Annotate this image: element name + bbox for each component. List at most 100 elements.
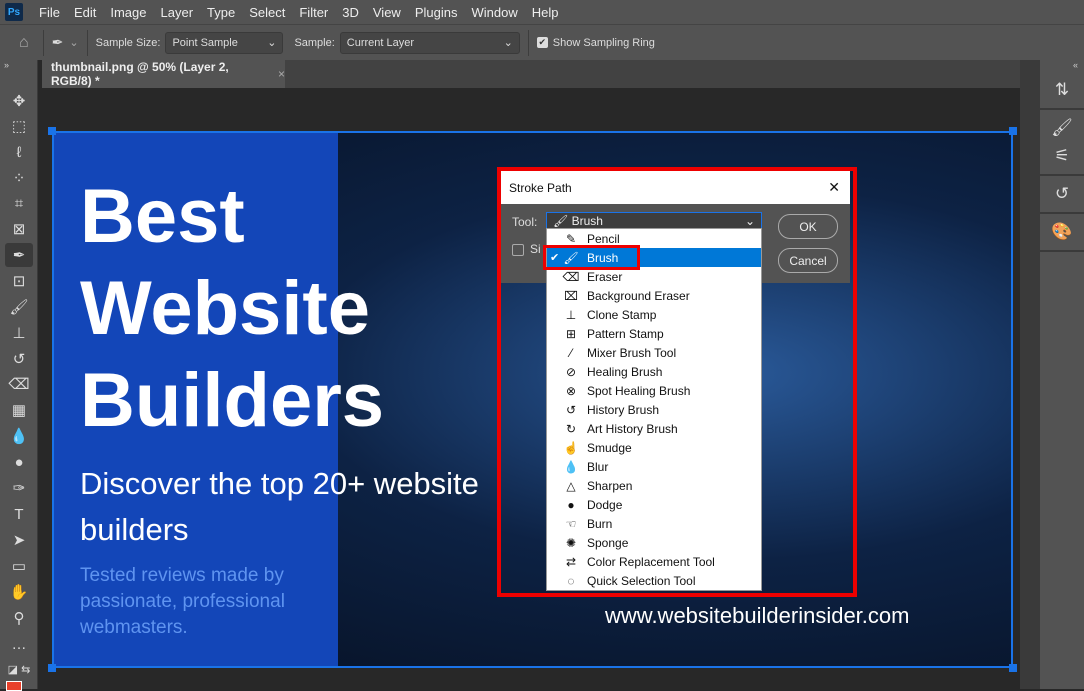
chevron-down-icon[interactable]: ⌄ (69, 36, 78, 49)
menu-select[interactable]: Select (242, 5, 292, 20)
dropdown-option-label: Background Eraser (587, 288, 690, 303)
healing-brush-icon: ⊘ (565, 364, 577, 379)
menu-file[interactable]: File (32, 5, 67, 20)
hand-tool-icon[interactable]: ✋ (5, 580, 33, 604)
menu-window[interactable]: Window (464, 5, 524, 20)
brush-tool-icon[interactable]: 🖌 (5, 295, 33, 319)
stamp-tool-icon[interactable]: ⊥ (5, 321, 33, 345)
crop-tool-icon[interactable]: ⌗ (5, 191, 33, 215)
quick-selection-tool-icon[interactable]: ⁘ (5, 166, 33, 190)
dropdown-option-spot-healing-brush[interactable]: ⊗ Spot Healing Brush (547, 381, 761, 400)
dropdown-option-mixer-brush-tool[interactable]: ⁄ Mixer Brush Tool (547, 343, 761, 362)
history-panel-icon[interactable]: ⇅ (1055, 80, 1069, 100)
pen-tool-icon[interactable]: ✑ (5, 476, 33, 500)
menu-filter[interactable]: Filter (292, 5, 335, 20)
marquee-tool-icon[interactable]: ⬚ (5, 114, 33, 138)
menu-image[interactable]: Image (103, 5, 153, 20)
dropdown-option-label: History Brush (587, 402, 660, 417)
menu-view[interactable]: View (366, 5, 408, 20)
dropdown-option-dodge[interactable]: ● Dodge (547, 495, 761, 514)
blur-tool-icon[interactable]: 💧 (5, 424, 33, 448)
ok-button[interactable]: OK (778, 214, 838, 239)
transform-handle[interactable] (1009, 664, 1017, 672)
rectangle-tool-icon[interactable]: ▭ (5, 554, 33, 578)
brush-settings-icon[interactable]: 🖌 (1051, 118, 1073, 138)
swap-colors-icon[interactable]: ◪ ⇆ (5, 657, 33, 681)
show-sampling-ring-label: Show Sampling Ring (552, 36, 655, 49)
smudge-icon: ☝ (563, 440, 579, 455)
healing-tool-icon[interactable]: ⊡ (5, 269, 33, 293)
tool-select[interactable]: 🖌 Brush ⌄ (546, 212, 762, 229)
dropdown-option-clone-stamp[interactable]: ⊥ Clone Stamp (547, 305, 761, 324)
path-selection-tool-icon[interactable]: ➤ (5, 528, 33, 552)
cancel-button[interactable]: Cancel (778, 248, 838, 273)
eraser-tool-icon[interactable]: ⌫ (5, 372, 33, 396)
collapse-icon[interactable]: » (4, 60, 9, 70)
transform-handle[interactable] (1009, 127, 1017, 135)
sample-size-select[interactable]: Point Sample ⌄ (165, 31, 284, 54)
move-tool-icon[interactable]: ✥ (5, 89, 33, 113)
right-panel-dock: « ⇅ 🖌 ⚟ ↺ 🎨 (1040, 60, 1084, 689)
menu-edit[interactable]: Edit (67, 5, 103, 20)
sample-value: Current Layer (346, 36, 415, 49)
history-brush-tool-icon[interactable]: ↺ (5, 347, 33, 371)
transform-handle[interactable] (48, 664, 56, 672)
tab-document[interactable]: thumbnail.png @ 50% (Layer 2, RGB/8) * × (42, 60, 285, 88)
dropdown-option-label: Eraser (587, 269, 623, 284)
pattern-stamp-icon: ⊞ (565, 326, 577, 341)
sponge-icon: ✺ (565, 535, 577, 550)
brush-icon: 🖌 (553, 213, 569, 228)
dropdown-option-sponge[interactable]: ✺ Sponge (547, 533, 761, 552)
dropdown-option-blur[interactable]: 💧 Blur (547, 457, 761, 476)
lasso-tool-icon[interactable]: ℓ (5, 140, 33, 164)
home-icon[interactable]: ⌂ (19, 34, 29, 52)
history-states-icon[interactable]: ↺ (1055, 184, 1069, 204)
dropdown-option-art-history-brush[interactable]: ↻ Art History Brush (547, 419, 761, 438)
dropdown-option-burn[interactable]: ☜ Burn (547, 514, 761, 533)
menu-layer[interactable]: Layer (154, 5, 201, 20)
tool-label: Tool: (512, 215, 538, 229)
brush-presets-icon[interactable]: ⚟ (1054, 146, 1069, 166)
more-tools-icon[interactable]: … (5, 632, 33, 656)
dropdown-option-healing-brush[interactable]: ⊘ Healing Brush (547, 362, 761, 381)
eraser-icon: ⌫ (562, 269, 580, 284)
dropdown-option-label: Blur (587, 459, 609, 474)
dropdown-option-sharpen[interactable]: △ Sharpen (547, 476, 761, 495)
foreground-color-swatch[interactable] (6, 681, 22, 691)
dropdown-option-label: Sponge (587, 535, 629, 550)
dropdown-option-label: Pencil (587, 231, 620, 246)
dropdown-option-background-eraser[interactable]: ⌧ Background Eraser (547, 286, 761, 305)
spot-healing-brush-icon: ⊗ (565, 383, 577, 398)
menu-plugins[interactable]: Plugins (408, 5, 465, 20)
dropdown-option-label: Burn (587, 516, 613, 531)
dropdown-option-history-brush[interactable]: ↺ History Brush (547, 400, 761, 419)
show-sampling-ring-checkbox[interactable]: ✔ (536, 37, 548, 48)
eyedropper-tool-icon[interactable]: ✒ (5, 243, 33, 267)
collapse-icon[interactable]: « (1040, 60, 1084, 72)
color-replacement-tool-icon: ⇄ (565, 554, 577, 569)
menu-3d[interactable]: 3D (335, 5, 366, 20)
transform-handle[interactable] (48, 127, 56, 135)
close-tab-icon[interactable]: × (278, 67, 285, 81)
sample-select[interactable]: Current Layer ⌄ (339, 31, 520, 54)
zoom-tool-icon[interactable]: ⚲ (5, 606, 33, 630)
type-tool-icon[interactable]: T (5, 502, 33, 526)
annotation-highlight-brush (543, 245, 640, 270)
dropdown-option-smudge[interactable]: ☝ Smudge (547, 438, 761, 457)
dropdown-option-pattern-stamp[interactable]: ⊞ Pattern Stamp (547, 324, 761, 343)
dodge-tool-icon[interactable]: ● (5, 450, 33, 474)
eyedropper-icon[interactable]: ✒ (52, 34, 64, 51)
dodge-icon: ● (567, 497, 575, 512)
palette-icon[interactable]: 🎨 (1051, 222, 1072, 242)
menu-type[interactable]: Type (200, 5, 242, 20)
dropdown-option-quick-selection-tool[interactable]: ◌ Quick Selection Tool (547, 571, 761, 590)
dropdown-option-label: Clone Stamp (587, 307, 657, 322)
dropdown-option-color-replacement-tool[interactable]: ⇄ Color Replacement Tool (547, 552, 761, 571)
close-icon[interactable]: ✕ (828, 179, 840, 196)
chevron-down-icon: ⌄ (267, 37, 277, 49)
chevron-down-icon: ⌄ (503, 37, 513, 49)
simulate-pressure-checkbox[interactable] (512, 244, 524, 256)
frame-tool-icon[interactable]: ⊠ (5, 217, 33, 241)
menu-help[interactable]: Help (525, 5, 566, 20)
gradient-tool-icon[interactable]: ▦ (5, 398, 33, 422)
